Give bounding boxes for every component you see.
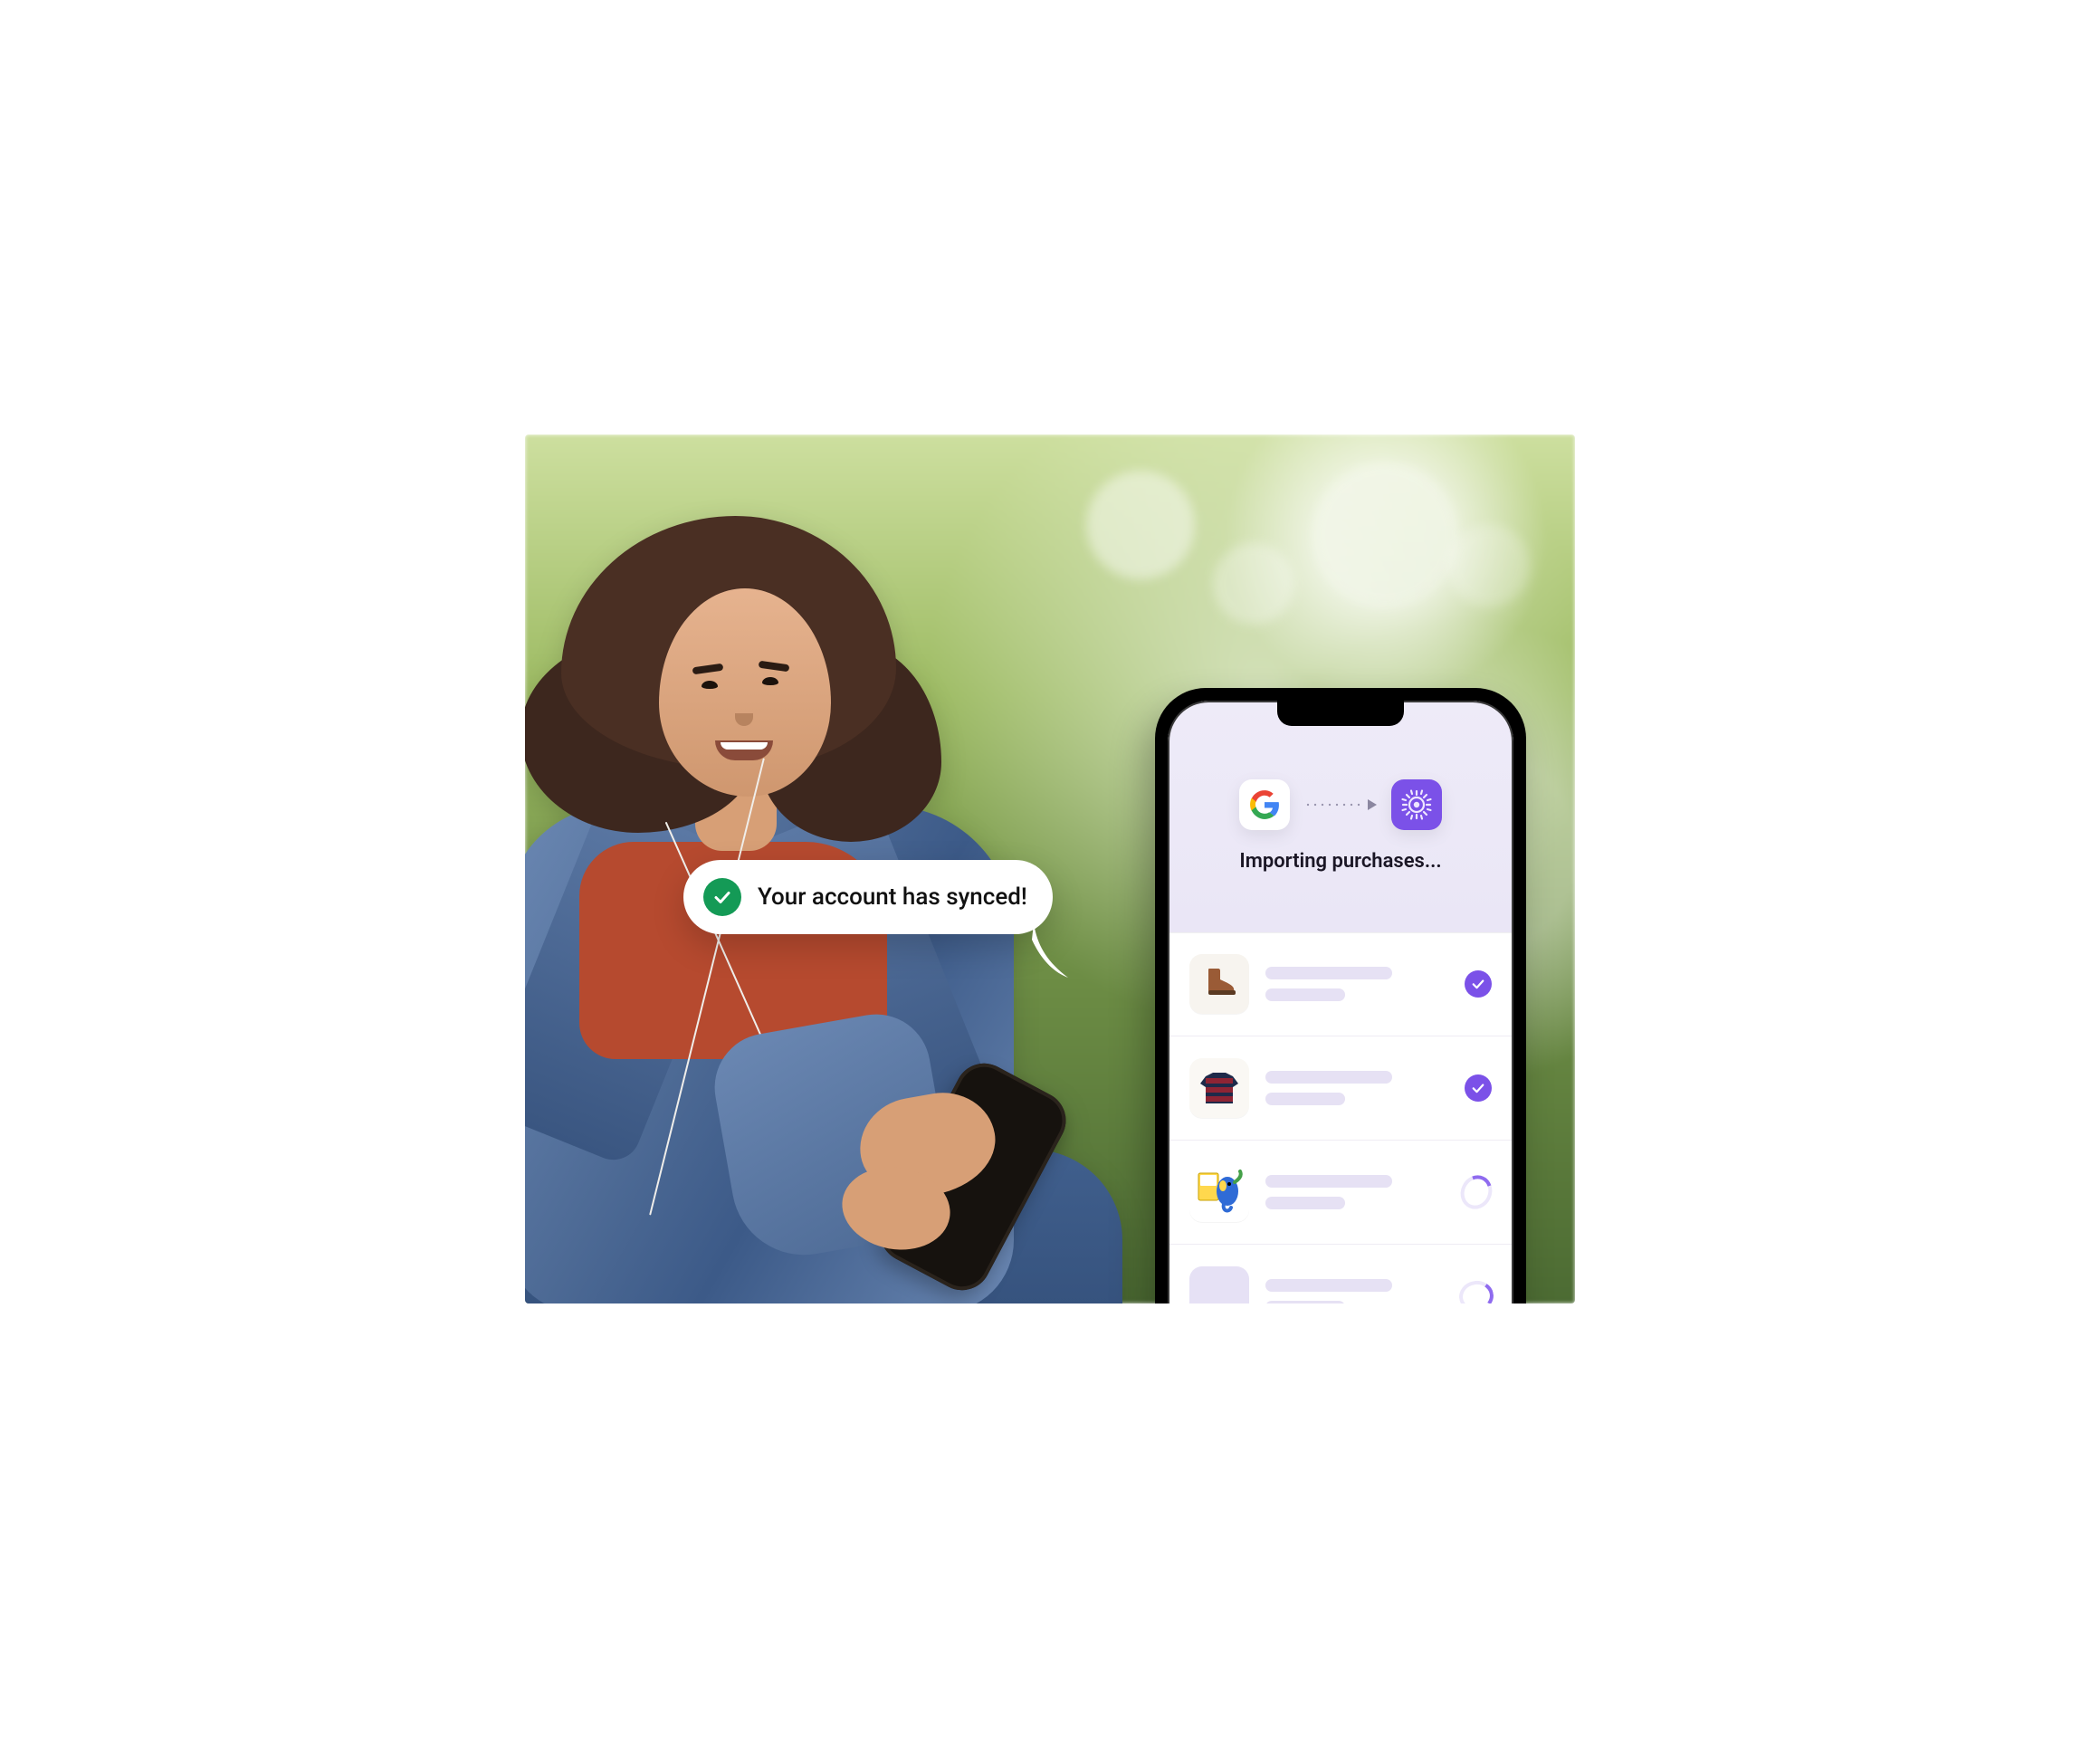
import-item-row (1168, 1141, 1513, 1245)
import-item-row (1168, 1036, 1513, 1141)
import-items-list (1168, 932, 1513, 1304)
destination-app-icon (1391, 779, 1442, 830)
sync-success-bubble: Your account has synced! (683, 860, 1053, 934)
speech-bubble-tail (1032, 923, 1083, 978)
sync-success-text: Your account has synced! (758, 883, 1027, 911)
marketing-illustration: Your account has synced! (525, 434, 1575, 1304)
import-source-destination (1239, 779, 1442, 830)
item-text-skeleton (1265, 1071, 1448, 1105)
status-done-icon (1465, 970, 1492, 998)
product-thumb-sweater (1189, 1058, 1249, 1118)
product-thumb-lego (1189, 1162, 1249, 1222)
status-done-icon (1465, 1074, 1492, 1102)
status-loading-icon (1461, 1281, 1492, 1304)
product-thumb-blank (1189, 1266, 1249, 1304)
status-loading-icon (1461, 1177, 1492, 1208)
check-circle-icon (703, 878, 741, 916)
phone-screen: Importing purchases... (1168, 701, 1513, 1304)
item-text-skeleton (1265, 1175, 1445, 1209)
product-thumb-boot (1189, 954, 1249, 1014)
import-item-row (1168, 932, 1513, 1036)
import-item-row (1168, 1245, 1513, 1304)
import-header: Importing purchases... (1168, 701, 1513, 932)
import-title: Importing purchases... (1239, 850, 1441, 873)
item-text-skeleton (1265, 967, 1448, 1001)
google-app-icon (1239, 779, 1290, 830)
item-text-skeleton (1265, 1279, 1445, 1304)
phone-mockup: Importing purchases... (1155, 688, 1526, 1304)
phone-notch (1277, 701, 1404, 726)
arrow-right-dotted-icon (1304, 796, 1377, 814)
